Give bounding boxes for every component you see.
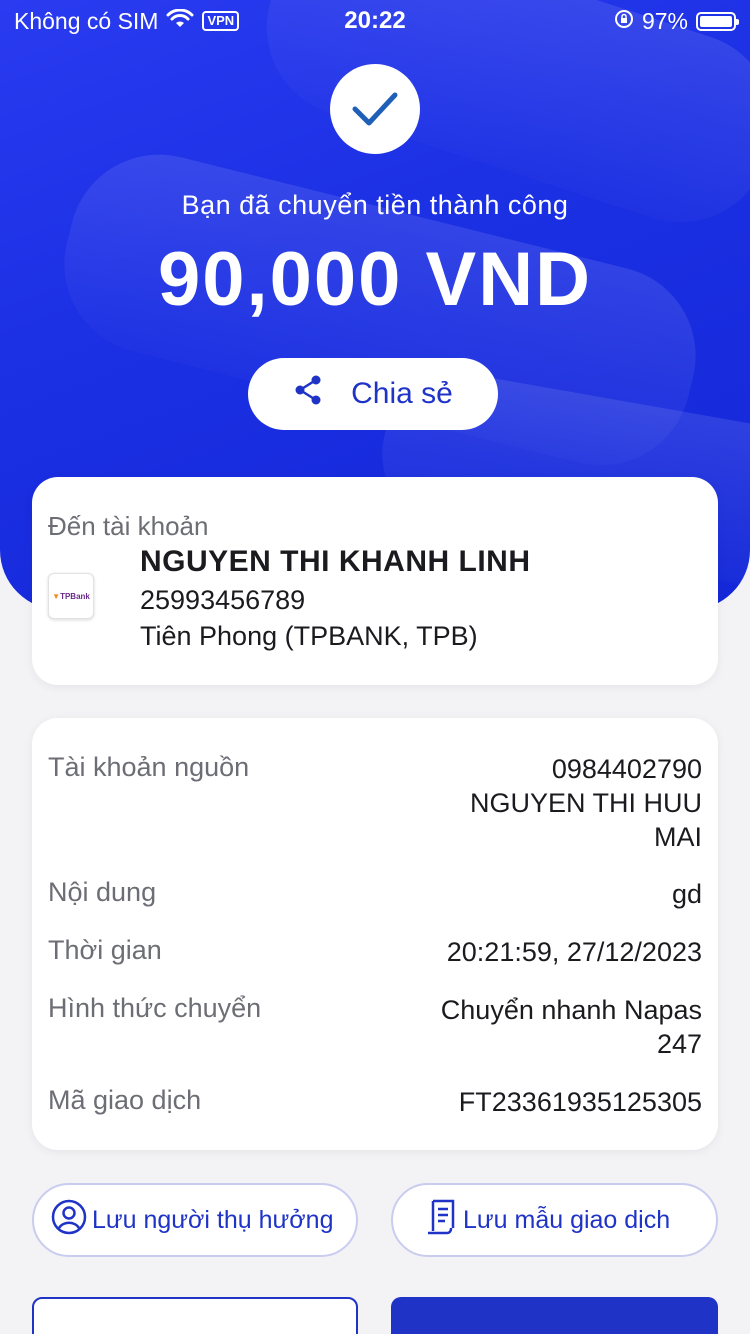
save-template-button[interactable]: Lưu mẫu giao dịch (391, 1183, 718, 1257)
rotation-lock-icon (614, 8, 634, 35)
transfer-amount: 90,000 VND (157, 237, 593, 322)
source-account-name-cont: MAI (653, 822, 702, 852)
save-template-label: Lưu mẫu giao dịch (463, 1205, 671, 1234)
method-label: Hình thức chuyển (48, 993, 262, 1023)
source-account-number: 0984402790 (551, 754, 702, 784)
share-icon (293, 374, 323, 414)
recipient-label: Đến tài khoản (48, 511, 209, 541)
save-beneficiary-label: Lưu người thụ hưởng (92, 1205, 334, 1234)
method-value-line1: Chuyển nhanh Napas (440, 995, 702, 1025)
carrier-label: Không có SIM (14, 7, 159, 34)
battery-percent: 97% (641, 7, 688, 34)
time-label: Thời gian (48, 935, 162, 965)
content-label: Nội dung (48, 877, 157, 907)
document-icon (425, 1198, 459, 1243)
save-beneficiary-button[interactable]: Lưu người thụ hưởng (32, 1183, 358, 1257)
transaction-details-card: Tài khoản nguồn 0984402790 NGUYEN THI HU… (32, 718, 718, 1150)
method-value-line2: 247 (656, 1029, 702, 1059)
recipient-bank: Tiên Phong (TPBANK, TPB) (140, 621, 478, 651)
bottom-primary-button[interactable] (391, 1297, 718, 1334)
source-account-value: 0984402790 NGUYEN THI HUU MAI (470, 752, 702, 854)
recipient-account: 25993456789 (140, 585, 306, 615)
recipient-card: Đến tài khoản ▼ TPBank NGUYEN THI KHANH L… (32, 477, 718, 685)
recipient-name: NGUYEN THI KHANH LINH (140, 545, 531, 578)
status-bar: Không có SIM VPN 20:22 97% (0, 0, 750, 42)
bank-logo-text: TPBank (60, 591, 90, 601)
method-value: Chuyển nhanh Napas 247 (441, 993, 702, 1061)
wifi-icon (166, 8, 194, 35)
share-button[interactable]: Chia sẻ (248, 358, 498, 430)
txn-id-value: FT23361935125305 (458, 1087, 702, 1117)
content-value: gd (671, 879, 702, 909)
success-check-icon (330, 64, 420, 154)
vpn-badge: VPN (202, 11, 240, 31)
source-account-name: NGUYEN THI HUU (469, 788, 702, 818)
user-circle-icon (50, 1198, 88, 1243)
bank-logo: ▼ TPBank (48, 573, 94, 619)
bottom-secondary-button[interactable] (32, 1297, 358, 1334)
share-label: Chia sẻ (351, 377, 453, 410)
txn-id-label: Mã giao dịch (48, 1085, 202, 1115)
source-account-label: Tài khoản nguồn (48, 752, 250, 782)
time-value: 20:21:59, 27/12/2023 (446, 937, 702, 967)
battery-icon (696, 11, 739, 31)
success-message: Bạn đã chuyển tiền thành công (181, 190, 569, 220)
